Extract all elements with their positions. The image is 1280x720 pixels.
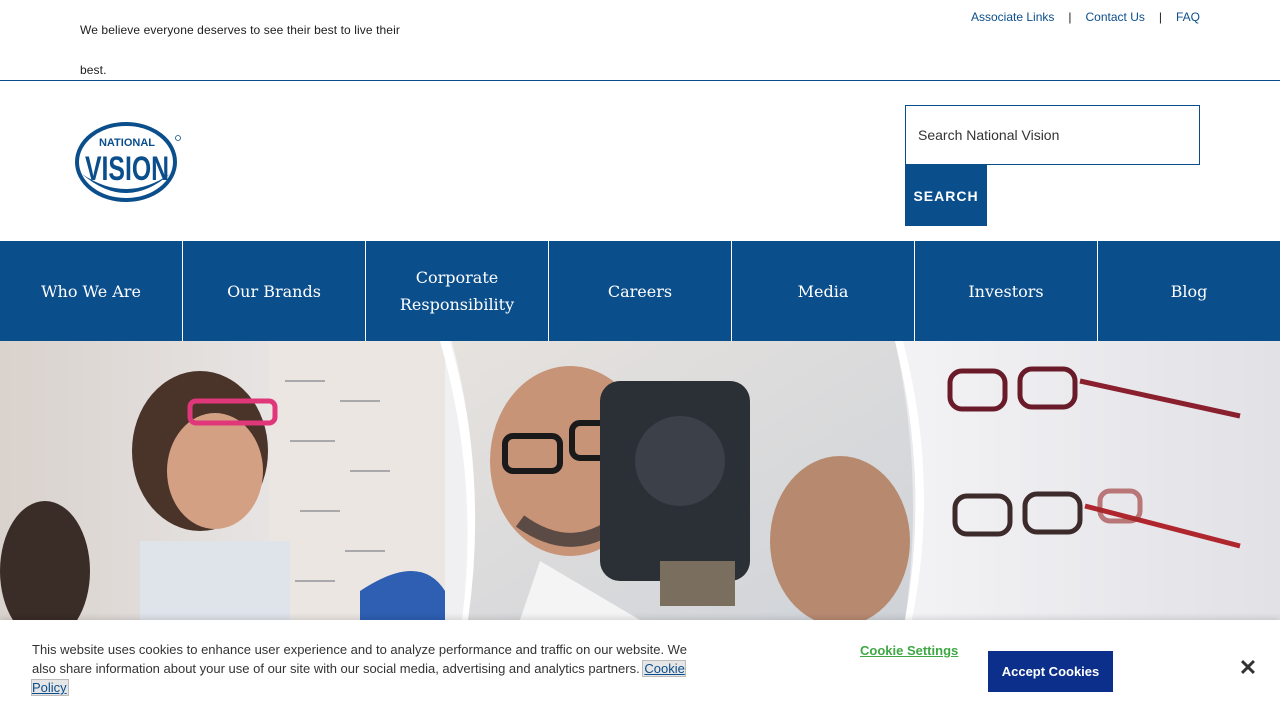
associate-links-link[interactable]: Associate Links: [971, 10, 1054, 24]
nav-item-investors[interactable]: Investors: [915, 241, 1098, 341]
accept-cookies-button[interactable]: Accept Cookies: [988, 651, 1113, 692]
top-utility-bar: We believe everyone deserves to see thei…: [0, 0, 1280, 81]
logo-mark: NATIONAL VISION: [75, 122, 181, 202]
nav-item-who-we-are[interactable]: Who We Are: [0, 241, 183, 341]
nav-item-blog[interactable]: Blog: [1098, 241, 1280, 341]
nav-item-media[interactable]: Media: [732, 241, 915, 341]
nav-item-careers[interactable]: Careers: [549, 241, 732, 341]
tagline: We believe everyone deserves to see thei…: [80, 23, 400, 77]
cookie-settings-button[interactable]: Cookie Settings: [860, 643, 958, 658]
search-button[interactable]: SEARCH: [905, 165, 987, 226]
hero-collage-illustration: [0, 341, 1280, 620]
cookie-message: This website uses cookies to enhance use…: [31, 640, 692, 697]
contact-us-link[interactable]: Contact Us: [1086, 10, 1145, 24]
utility-links: Associate Links | Contact Us | FAQ: [971, 10, 1200, 24]
logo-text-national: NATIONAL: [99, 137, 155, 149]
logo-text-vision: VISION: [85, 150, 169, 188]
nav-item-our-brands[interactable]: Our Brands: [183, 241, 366, 341]
faq-link[interactable]: FAQ: [1176, 10, 1200, 24]
hero-image: [0, 341, 1280, 620]
main-navigation: Who We Are Our Brands Corporate Responsi…: [0, 241, 1280, 341]
national-vision-logo[interactable]: NATIONAL VISION: [74, 120, 182, 204]
separator: |: [1158, 10, 1162, 24]
nav-item-corporate-responsibility[interactable]: Corporate Responsibility: [366, 241, 549, 341]
separator: |: [1068, 10, 1072, 24]
cookie-message-text: This website uses cookies to enhance use…: [32, 642, 687, 676]
search-input[interactable]: [905, 105, 1200, 165]
close-icon[interactable]: ✕: [1236, 656, 1260, 680]
